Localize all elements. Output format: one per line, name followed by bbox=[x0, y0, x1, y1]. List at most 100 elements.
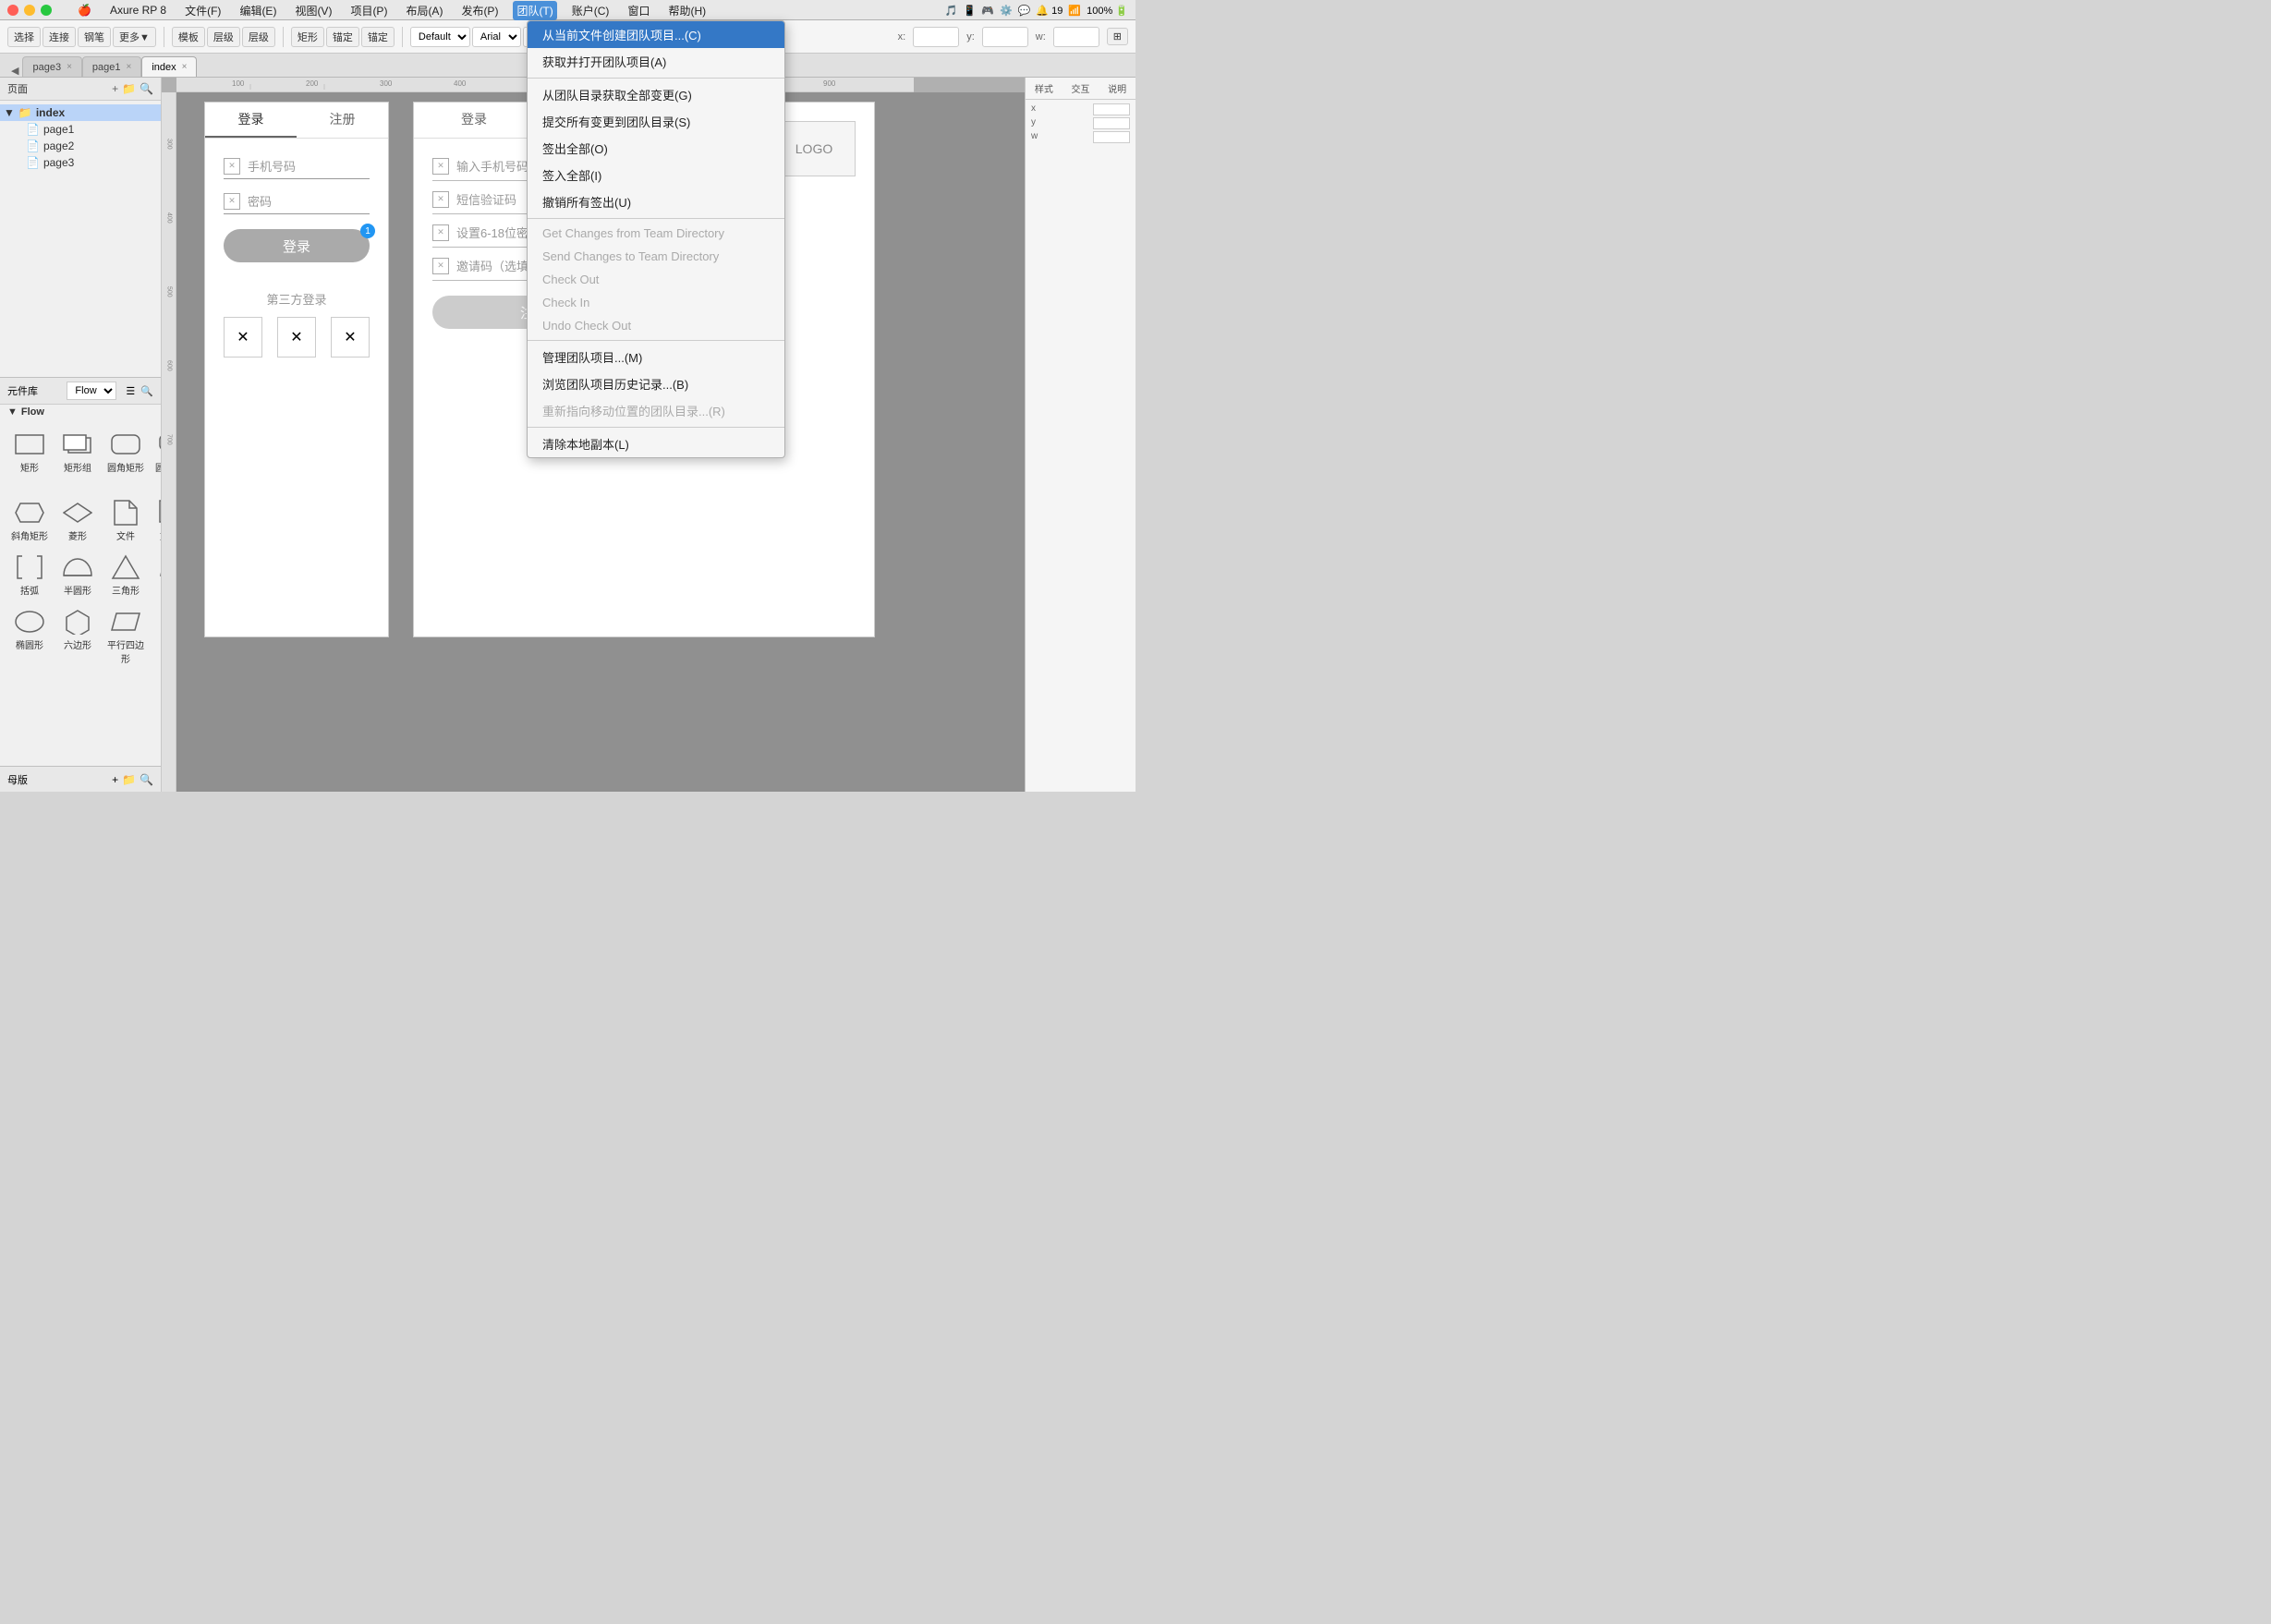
expand-btn[interactable]: ⊞ bbox=[1107, 28, 1128, 45]
menu-account[interactable]: 账户(C) bbox=[568, 1, 613, 20]
tab-page3-close[interactable]: × bbox=[67, 62, 72, 72]
pen-tool[interactable]: 钢笔 bbox=[78, 27, 111, 47]
tp-icon-1[interactable]: ✕ bbox=[224, 317, 262, 358]
page-item-page2[interactable]: 📄 page2 bbox=[0, 138, 161, 154]
comp-person[interactable]: 角色 bbox=[152, 604, 161, 669]
comp-semicircle-shape bbox=[59, 553, 96, 581]
reg-icon-sms: ✕ bbox=[432, 191, 449, 208]
app-name-menu[interactable]: Axure RP 8 bbox=[106, 2, 170, 18]
template-tool[interactable]: 模板 bbox=[172, 27, 205, 47]
x-input[interactable] bbox=[913, 27, 959, 47]
menu-window[interactable]: 窗口 bbox=[624, 1, 653, 20]
comp-file-group[interactable]: 文件组 bbox=[152, 495, 161, 546]
tab-index[interactable]: index × bbox=[141, 56, 197, 77]
menu-file[interactable]: 文件(F) bbox=[181, 1, 225, 20]
comp-trapezoid[interactable]: 梯形 bbox=[152, 550, 161, 600]
anchor2[interactable]: 锚定 bbox=[361, 27, 395, 47]
comp-rect-group[interactable]: 矩形组 bbox=[55, 427, 100, 491]
add-page-icon[interactable]: + bbox=[112, 82, 118, 95]
left-tab-register[interactable]: 注册 bbox=[297, 103, 388, 138]
prop-x-input[interactable] bbox=[1093, 103, 1130, 115]
tp-icon-2[interactable]: ✕ bbox=[277, 317, 316, 358]
comp-diamond-shape bbox=[59, 499, 96, 527]
menu-clear-local[interactable]: 清除本地副本(L) bbox=[528, 430, 784, 457]
comp-hexagon[interactable]: 六边形 bbox=[55, 604, 100, 669]
right-tab-interact[interactable]: 交互 bbox=[1063, 78, 1099, 99]
comp-semicircle[interactable]: 半圆形 bbox=[55, 550, 100, 600]
menu-layout[interactable]: 布局(A) bbox=[402, 1, 446, 20]
anchor1[interactable]: 锚定 bbox=[326, 27, 359, 47]
comp-bracket[interactable]: 括弧 bbox=[7, 550, 52, 600]
menu-view[interactable]: 视图(V) bbox=[291, 1, 335, 20]
page-doc-icon-3: 📄 bbox=[26, 156, 40, 169]
left-tab-login[interactable]: 登录 bbox=[205, 103, 297, 138]
menu-help[interactable]: 帮助(H) bbox=[664, 1, 710, 20]
select-tool[interactable]: 选择 bbox=[7, 27, 41, 47]
right-tab-style[interactable]: 样式 bbox=[1026, 78, 1063, 99]
tp-icon-3[interactable]: ✕ bbox=[331, 317, 370, 358]
prop-y-input[interactable] bbox=[1093, 117, 1130, 129]
search-pages-icon[interactable]: 🔍 bbox=[140, 82, 153, 95]
comp-ellipse[interactable]: 椭圆形 bbox=[7, 604, 52, 669]
lib-search-icon[interactable]: 🔍 bbox=[140, 385, 153, 397]
menu-checkout-all[interactable]: 签出全部(O) bbox=[528, 135, 784, 162]
font-select[interactable]: Arial bbox=[472, 27, 521, 47]
lib-menu-icon[interactable]: ☰ bbox=[126, 385, 135, 397]
menu-browse-history[interactable]: 浏览团队项目历史记录...(B) bbox=[528, 370, 784, 397]
page-item-index[interactable]: ▼ 📁 index bbox=[0, 104, 161, 121]
comp-rect[interactable]: 矩形 bbox=[7, 427, 52, 491]
prop-w-input[interactable] bbox=[1093, 131, 1130, 143]
menu-get-changes[interactable]: 从团队目录获取全部变更(G) bbox=[528, 81, 784, 108]
style-select[interactable]: Default bbox=[410, 27, 470, 47]
comp-file-group-label: 文件组 bbox=[160, 528, 161, 542]
comp-round-rect-group[interactable]: 圆角矩形组 bbox=[152, 427, 161, 491]
y-input[interactable] bbox=[982, 27, 1028, 47]
tab-page1[interactable]: page1 × bbox=[82, 56, 141, 77]
comp-file[interactable]: 文件 bbox=[103, 495, 148, 546]
svg-text:400: 400 bbox=[166, 212, 173, 224]
w-input[interactable] bbox=[1053, 27, 1099, 47]
mother-folder-icon[interactable]: 📁 bbox=[122, 773, 136, 786]
tab-index-close[interactable]: × bbox=[182, 62, 188, 72]
right-tab-note[interactable]: 说明 bbox=[1099, 78, 1136, 99]
comp-chamfer[interactable]: 斜角矩形 bbox=[7, 495, 52, 546]
lib-category-flow[interactable]: ▼ Flow bbox=[0, 405, 161, 419]
more-tool[interactable]: 更多▼ bbox=[113, 27, 156, 47]
tab-page1-close[interactable]: × bbox=[127, 62, 132, 72]
comp-triangle[interactable]: 三角形 bbox=[103, 550, 148, 600]
lib-select[interactable]: Flow bbox=[67, 382, 116, 400]
right-tab-login[interactable]: 登录 bbox=[414, 103, 534, 138]
apple-menu[interactable]: 🍎 bbox=[74, 2, 95, 18]
tab-page3[interactable]: page3 × bbox=[22, 56, 81, 77]
menu-get-open-team[interactable]: 获取并打开团队项目(A) bbox=[528, 48, 784, 75]
menu-team[interactable]: 团队(T) bbox=[513, 1, 556, 20]
login-button[interactable]: 登录 1 bbox=[224, 229, 370, 262]
menu-edit[interactable]: 编辑(E) bbox=[236, 1, 280, 20]
lib-header-icons: Flow ☰ 🔍 bbox=[67, 382, 153, 400]
comp-rect-label: 矩形 bbox=[20, 460, 39, 474]
menu-project[interactable]: 项目(P) bbox=[346, 1, 391, 20]
layer-tool2[interactable]: 层级 bbox=[242, 27, 275, 47]
folder-page-icon[interactable]: 📁 bbox=[122, 82, 136, 95]
mother-search-icon[interactable]: 🔍 bbox=[140, 773, 153, 786]
field-password: ✕ 密码 bbox=[224, 192, 370, 214]
menu-checkin-all[interactable]: 签入全部(I) bbox=[528, 162, 784, 188]
page-item-page1[interactable]: 📄 page1 bbox=[0, 121, 161, 138]
page-item-page3[interactable]: 📄 page3 bbox=[0, 154, 161, 171]
rect-shortcut[interactable]: 矩形 bbox=[291, 27, 324, 47]
connect-tool[interactable]: 连接 bbox=[43, 27, 76, 47]
menu-manage-team[interactable]: 管理团队项目...(M) bbox=[528, 344, 784, 370]
comp-diamond[interactable]: 菱形 bbox=[55, 495, 100, 546]
comp-round-rect[interactable]: 圆角矩形 bbox=[103, 427, 148, 491]
menu-send-changes[interactable]: 提交所有变更到团队目录(S) bbox=[528, 108, 784, 135]
menu-publish[interactable]: 发布(P) bbox=[457, 1, 502, 20]
menu-undo-checkout[interactable]: 撤销所有签出(U) bbox=[528, 188, 784, 215]
layer-tool1[interactable]: 层级 bbox=[207, 27, 240, 47]
comp-hexagon-shape bbox=[59, 608, 96, 636]
third-party-icons: ✕ ✕ ✕ bbox=[224, 317, 370, 358]
mother-add-icon[interactable]: + bbox=[112, 773, 118, 786]
lib-title: 元件库 bbox=[7, 383, 38, 398]
tab-back[interactable]: ◀ bbox=[7, 65, 22, 77]
menu-create-team[interactable]: 从当前文件创建团队项目...(C) bbox=[528, 21, 784, 48]
comp-parallelogram[interactable]: 平行四边形 bbox=[103, 604, 148, 669]
